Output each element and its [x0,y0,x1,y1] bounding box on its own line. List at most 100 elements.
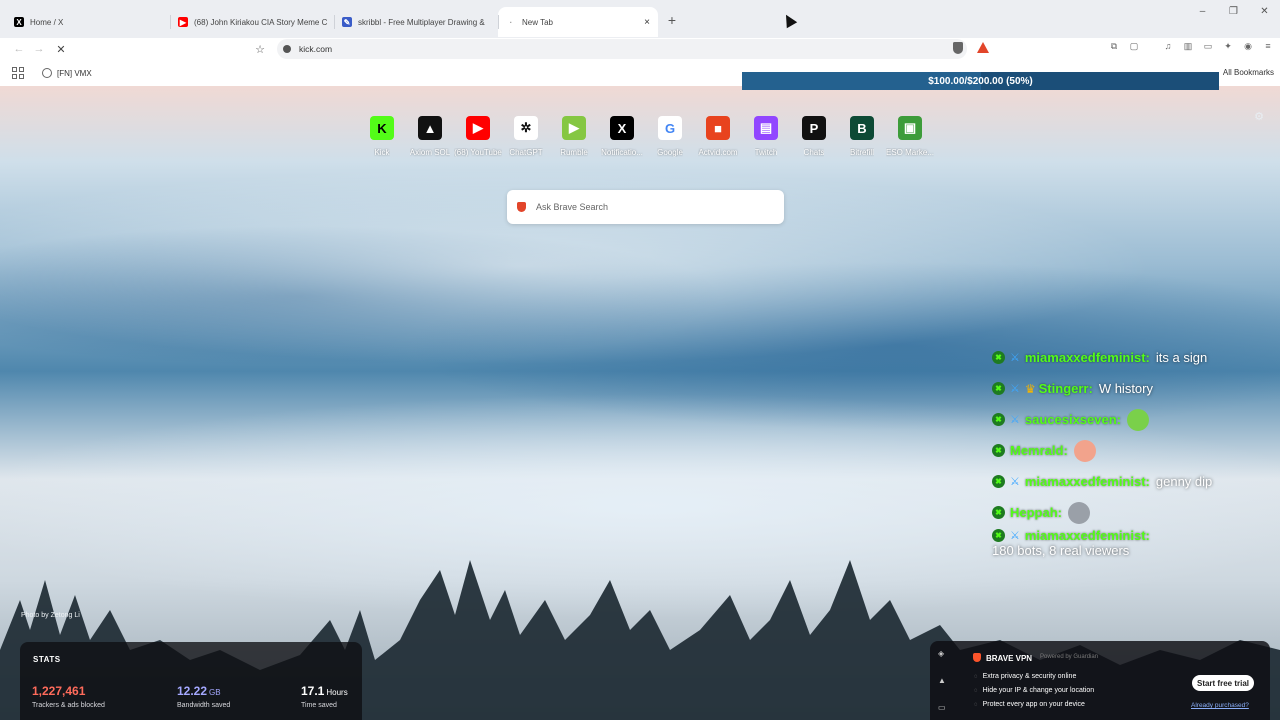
vpn-features: Extra privacy & security online Hide you… [974,670,1095,712]
site-favicon-icon: B [850,116,874,140]
chat-username[interactable]: miamaxxedfeminist: [1025,350,1150,365]
vpn-title-text: BRAVE VPN [986,654,1033,663]
stats-heading: STATS [33,655,61,664]
tab-youtube[interactable]: ▶ (68) John Kiriakou CIA Story Meme C [170,7,334,37]
top-site-tile[interactable]: ▶ Rumble [550,116,598,157]
top-site-tile[interactable]: X Notificatio... [598,116,646,157]
chat-message: ✖ ⚔ saucesixseven: [992,404,1262,435]
stat-value: 1,227,461 [32,684,86,698]
top-site-label: ChatGPT [509,148,543,157]
chat-message: ✖ ⚔ ♛ Stingerr: W history [992,373,1262,404]
new-tab-button[interactable]: + [662,12,682,28]
stat-trackers: 1,227,461 Trackers & ads blocked [32,682,105,709]
new-tab-page: ⚙ K Kick ▲ Axiom SOL ▶ (68) YouTube ✲ ChatGPT ▶ R… [0,86,1280,720]
tab-home-x[interactable]: X Home / X [6,7,170,37]
chat-overlay: ✖ ⚔ miamaxxedfeminist: its a sign ✖ ⚔ ♛ Stinger… [992,342,1262,558]
top-site-tile[interactable]: ▣ ESO Marke... [886,116,934,157]
photo-credit[interactable]: Photo by Zetong Li [21,612,80,619]
donation-goal-bar: $100.00/$200.00 (50%) [742,72,1219,90]
stop-loading-button[interactable]: ✕ [51,43,71,56]
top-site-tile[interactable]: G Google [646,116,694,157]
top-site-tile[interactable]: ■ Actvid.com [694,116,742,157]
tab-new-tab[interactable]: · New Tab × [498,7,658,37]
bookmark-star-button[interactable]: ☆ [250,43,270,56]
back-button[interactable]: ← [9,43,29,55]
brave-logo-icon [517,202,526,212]
start-free-trial-button[interactable]: Start free trial [1192,675,1254,691]
extensions-icon[interactable]: ⧉ [1106,41,1122,52]
chat-message: ✖ ⚔ miamaxxedfeminist: 180 bots, 8 real vie… [992,528,1262,558]
brave-vpn-widget: ◈ ▲ ▭ BRAVE VPN Powered by Guardian Extr… [930,641,1270,720]
top-site-label: (68) YouTube [454,148,502,157]
cards-icon[interactable]: ▭ [938,703,946,712]
search-input[interactable]: Ask Brave Search [507,190,784,224]
chat-username[interactable]: Heppah: [1010,505,1062,520]
already-purchased-link[interactable]: Already purchased? [1191,702,1249,709]
skribbl-icon: ✎ [342,17,352,27]
all-bookmarks-button[interactable]: All Bookmarks [1223,68,1274,77]
tab-strip: X Home / X ▶ (68) John Kiriakou CIA Stor… [0,0,1280,38]
close-tab-icon[interactable]: × [644,17,650,28]
tab-skribbl[interactable]: ✎ skribbl - Free Multiplayer Drawing & [334,7,498,37]
top-site-tile[interactable]: ✲ ChatGPT [502,116,550,157]
restore-button[interactable]: ❐ [1218,6,1249,17]
chat-message: ✖ ⚔ miamaxxedfeminist: genny dip [992,466,1262,497]
top-site-label: Google [657,148,683,157]
kick-badge-icon: ✖ [992,351,1005,364]
close-window-button[interactable]: ✕ [1249,6,1280,17]
site-favicon-icon: ▶ [562,116,586,140]
top-site-tile[interactable]: P Chats [790,116,838,157]
media-icon[interactable]: ♫ [1160,41,1176,52]
bookmark-item[interactable]: [FN] VMX [42,68,92,78]
chat-username[interactable]: Stingerr: [1039,381,1093,396]
menu-icon[interactable]: ≡ [1260,41,1276,52]
youtube-icon: ▶ [178,17,188,27]
top-site-tile[interactable]: K Kick [358,116,406,157]
chat-text: genny dip [1155,474,1213,489]
site-favicon-icon: ■ [706,116,730,140]
top-site-tile[interactable]: B Bitrefill [838,116,886,157]
stat-value: 17.1 [301,684,325,698]
kick-badge-icon: ✖ [992,506,1005,519]
tab-title: Home / X [30,17,64,27]
chat-username[interactable]: miamaxxedfeminist: [1025,528,1150,543]
top-site-tile[interactable]: ▲ Axiom SOL [406,116,454,157]
tab-search-icon[interactable]: ▢ [1126,41,1142,52]
stat-label: Time saved [301,702,337,709]
wallet-icon[interactable]: ▭ [1200,41,1216,52]
site-info-icon[interactable] [283,45,291,53]
sword-badge-icon: ⚔ [1010,530,1020,542]
rewards-triangle-icon[interactable]: ▲ [938,676,946,685]
top-site-label: Chats [803,148,825,157]
kick-badge-icon: ✖ [992,529,1005,542]
address-bar[interactable]: kick.com [277,39,967,59]
brave-rewards-icon[interactable] [977,42,989,53]
sidebar-icon[interactable]: ▥ [1180,41,1196,52]
chat-message: ✖ ⚔ miamaxxedfeminist: its a sign [992,342,1262,373]
forward-button[interactable]: → [29,43,49,55]
chat-username[interactable]: Memrald: [1010,443,1068,458]
top-site-tile[interactable]: ▶ (68) YouTube [454,116,502,157]
chat-username[interactable]: miamaxxedfeminist: [1025,474,1150,489]
top-site-label: Twitch [754,148,778,157]
site-favicon-icon: X [610,116,634,140]
sword-badge-icon: ⚔ [1010,383,1020,395]
apps-grid-icon[interactable] [12,67,24,79]
customize-gear-icon[interactable]: ⚙ [1254,110,1264,123]
sword-badge-icon: ⚔ [1010,476,1020,488]
bookmark-label: [FN] VMX [57,68,92,78]
top-site-tile[interactable]: ▤ Twitch [742,116,790,157]
site-favicon-icon: K [370,116,394,140]
chat-text: its a sign [1155,350,1208,365]
chat-username[interactable]: saucesixseven: [1025,412,1121,427]
globe-icon [42,68,52,78]
minimize-button[interactable]: – [1187,6,1218,17]
address-toolbar: ← → ✕ ☆ kick.com ⧉ ▢ ♫ ▥ ▭ ✦ ◉ ≡ [0,38,1280,60]
vpn-icon[interactable]: ◉ [1240,41,1256,52]
brave-shields-icon[interactable] [953,42,963,54]
chat-message: ✖ Memrald: [992,435,1262,466]
leo-ai-icon[interactable]: ✦ [1220,41,1236,52]
top-site-label: Actvid.com [698,148,738,157]
stat-value: 12.22 [177,684,208,698]
vpn-shield-icon[interactable]: ◈ [938,649,946,658]
